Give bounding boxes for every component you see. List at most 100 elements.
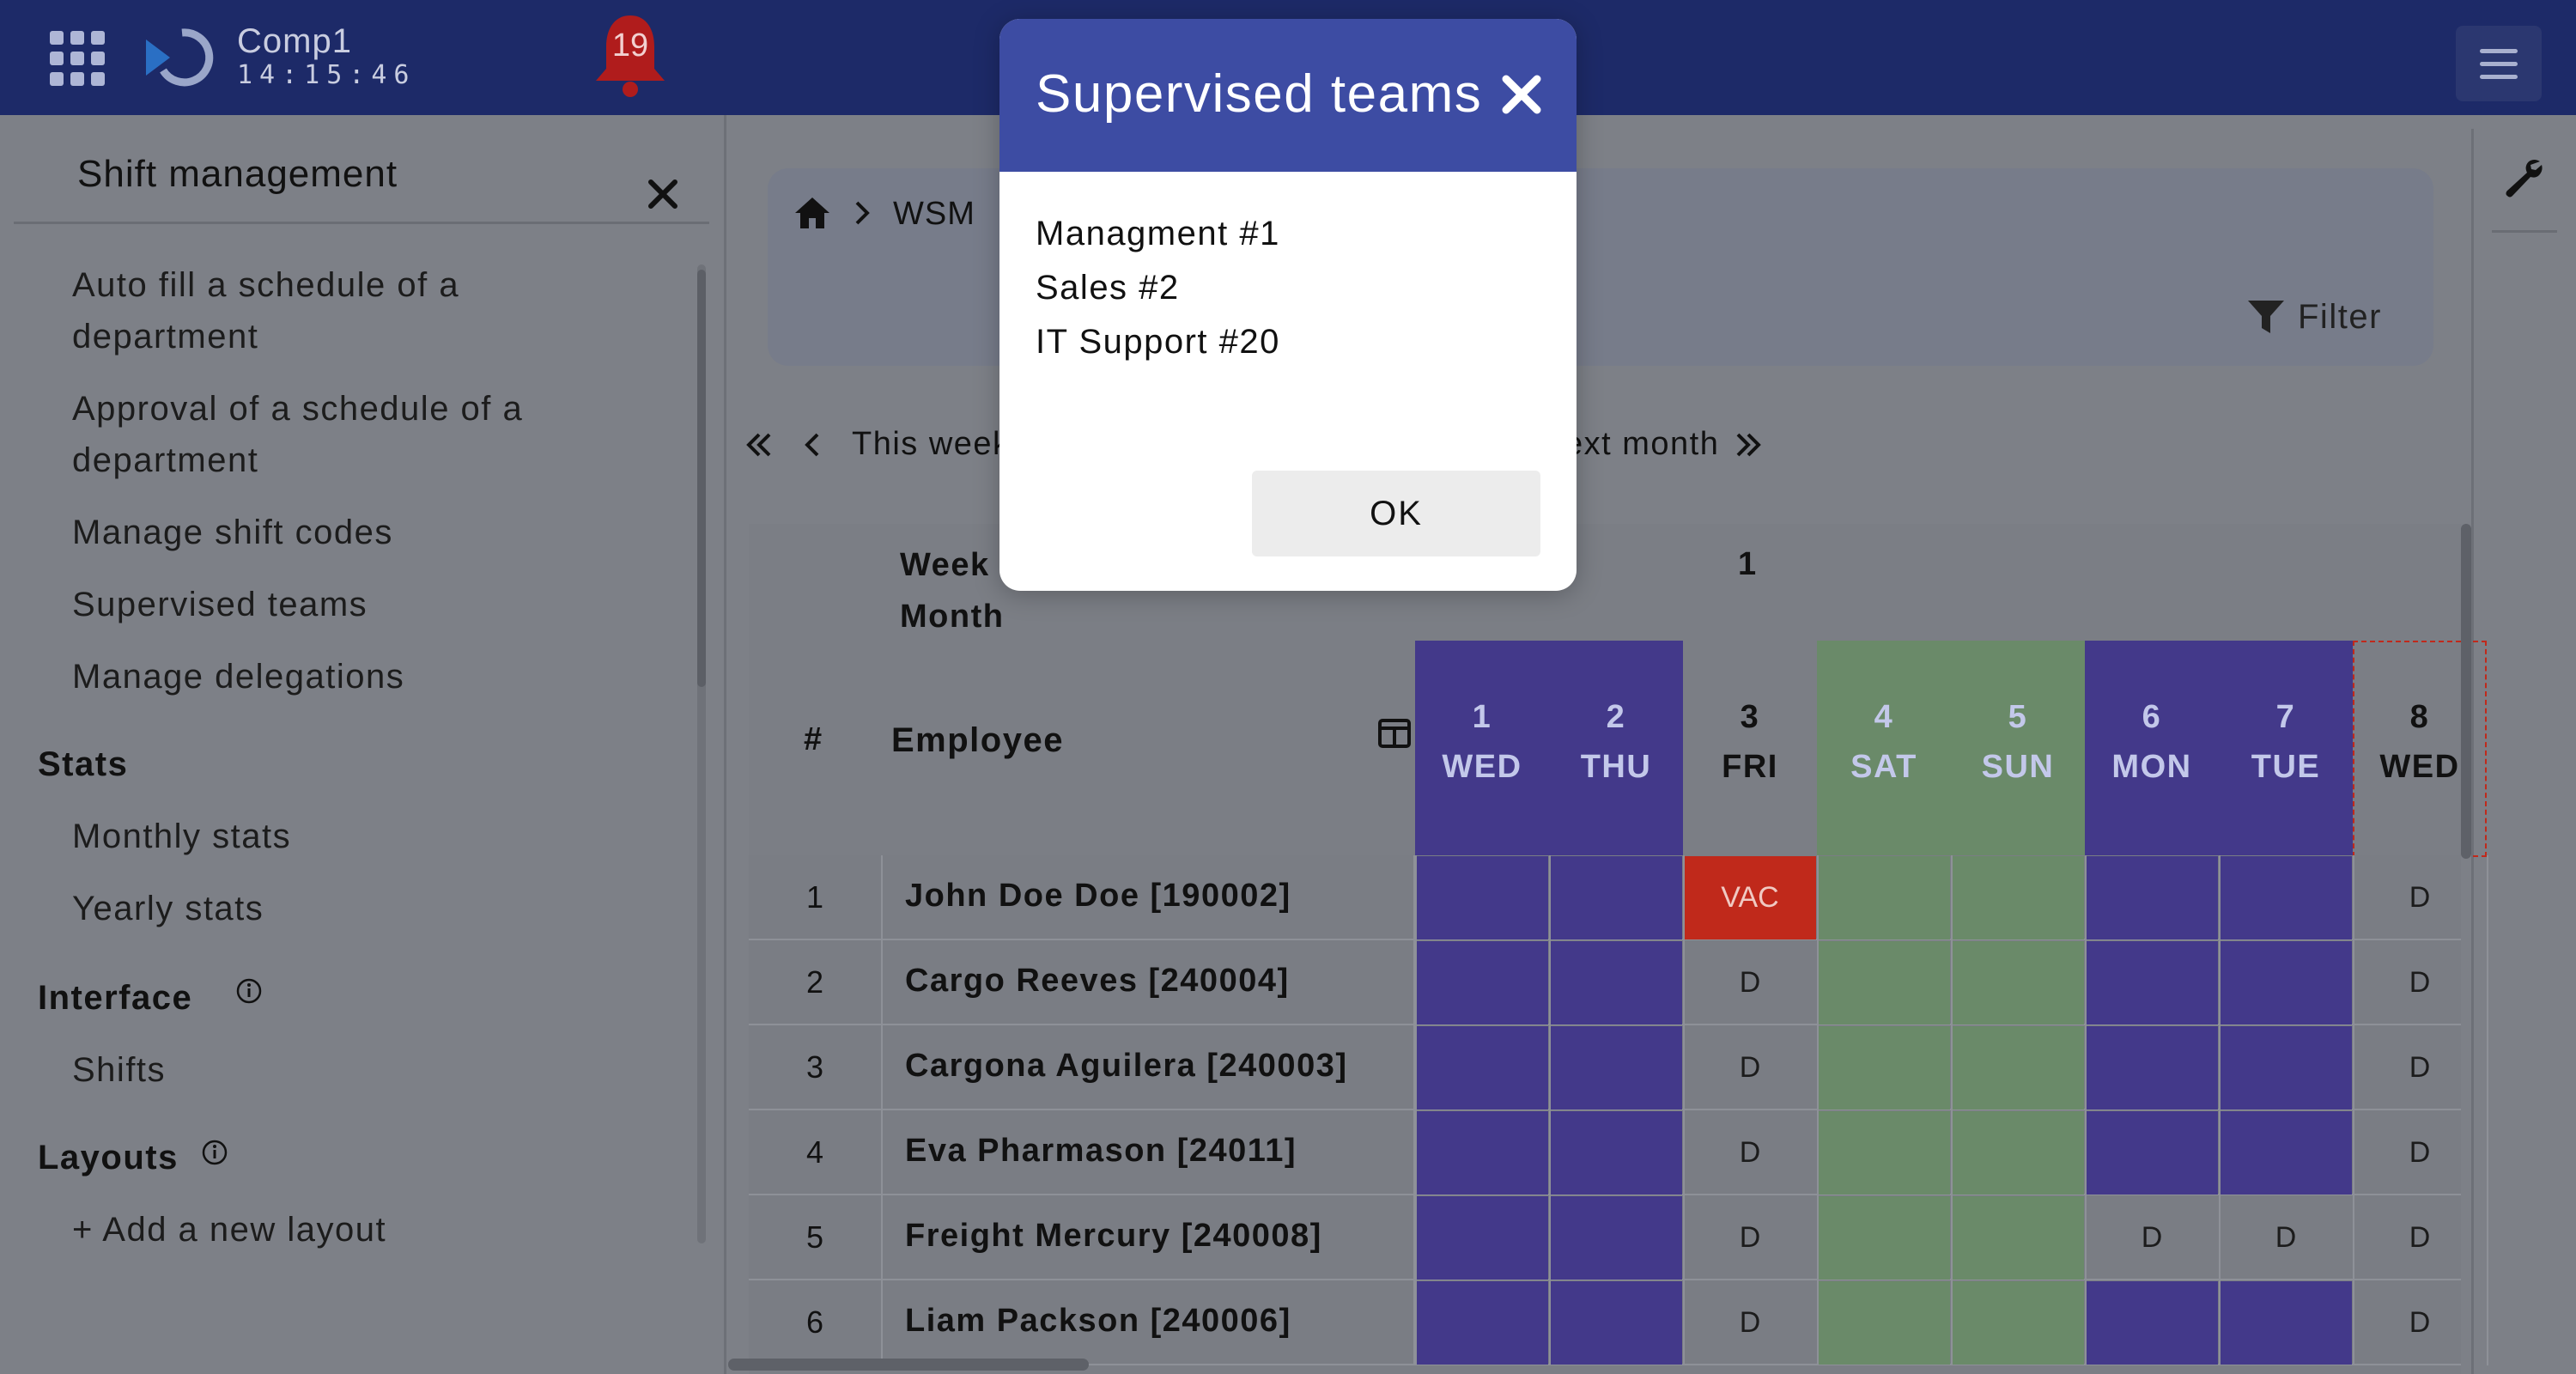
sidebar-item-supervised-teams[interactable]: Supervised teams: [72, 579, 368, 630]
employee-name[interactable]: Eva Pharmason [24011]: [905, 1133, 1297, 1170]
shift-cell[interactable]: [1818, 941, 1950, 1024]
next-month-link[interactable]: ext month: [1564, 426, 1719, 463]
sidebar-item-shifts[interactable]: Shifts: [72, 1044, 166, 1096]
employee-name[interactable]: Cargo Reeves [240004]: [905, 963, 1290, 1000]
shift-cell[interactable]: [1416, 941, 1548, 1024]
shift-cell[interactable]: D: [2220, 1196, 2352, 1280]
shift-cell[interactable]: D: [2354, 1026, 2486, 1110]
sidebar-scrollbar-thumb[interactable]: [697, 270, 706, 687]
shift-cell[interactable]: D: [2354, 1196, 2486, 1280]
employee-header[interactable]: Employee: [891, 721, 1064, 760]
shift-cell[interactable]: [1416, 1026, 1548, 1110]
columns-icon[interactable]: [1377, 718, 1412, 749]
horizontal-scrollbar[interactable]: [728, 1359, 1089, 1371]
day-header[interactable]: 7 TUE: [2219, 641, 2353, 857]
grid-line: [1817, 855, 1819, 1365]
shift-cell[interactable]: [2086, 1111, 2218, 1195]
employee-name[interactable]: Liam Packson [240006]: [905, 1303, 1291, 1340]
sidebar-item-add-layout[interactable]: + Add a new layout: [72, 1204, 386, 1255]
shift-cell[interactable]: D: [1684, 1026, 1816, 1110]
shift-cell[interactable]: [1416, 1196, 1548, 1280]
shift-cell[interactable]: [1550, 856, 1682, 939]
sidebar-item-auto-fill[interactable]: Auto fill a schedule of a department: [72, 259, 459, 362]
logo-icon[interactable]: [144, 26, 216, 89]
shift-cell[interactable]: [1952, 856, 2084, 939]
day-header[interactable]: 2 THU: [1549, 641, 1683, 857]
day-header[interactable]: 3 FRI: [1683, 641, 1817, 857]
shift-cell[interactable]: [2086, 1026, 2218, 1110]
shift-cell[interactable]: [2220, 856, 2352, 939]
shift-cell[interactable]: [1416, 1111, 1548, 1195]
row-number: 2: [805, 964, 824, 1000]
shift-cell[interactable]: [1550, 1196, 1682, 1280]
shift-cell[interactable]: [1818, 1026, 1950, 1110]
shift-cell[interactable]: [2086, 856, 2218, 939]
employee-name[interactable]: Freight Mercury [240008]: [905, 1218, 1322, 1255]
day-header[interactable]: 6 MON: [2085, 641, 2219, 857]
apps-icon[interactable]: [50, 31, 105, 86]
shift-cell[interactable]: [2220, 941, 2352, 1024]
sidebar-item-monthly-stats[interactable]: Monthly stats: [72, 811, 291, 862]
breadcrumb-item[interactable]: WSM: [893, 196, 975, 233]
shift-cell[interactable]: [1952, 1281, 2084, 1365]
shift-cell[interactable]: [1416, 856, 1548, 939]
shift-cell[interactable]: D: [1684, 941, 1816, 1024]
shift-cell[interactable]: [1952, 1026, 2084, 1110]
shift-cell[interactable]: D: [2354, 1281, 2486, 1365]
sidebar-item-manage-shift-codes[interactable]: Manage shift codes: [72, 507, 393, 558]
shift-cell[interactable]: [1818, 856, 1950, 939]
shift-cell[interactable]: [1952, 1196, 2084, 1280]
shift-cell[interactable]: D: [2086, 1196, 2218, 1280]
filter-icon: [2248, 301, 2284, 333]
day-number: 5: [2008, 699, 2028, 735]
close-icon[interactable]: [1498, 70, 1546, 119]
info-icon[interactable]: [235, 977, 263, 1005]
shift-cell[interactable]: [2086, 1281, 2218, 1365]
vertical-scrollbar[interactable]: [2461, 524, 2471, 859]
shift-cell[interactable]: D: [1684, 1281, 1816, 1365]
hamburger-icon[interactable]: [2456, 26, 2542, 101]
shift-cell[interactable]: [1818, 1281, 1950, 1365]
day-header[interactable]: 1 WED: [1415, 641, 1549, 857]
shift-cell[interactable]: [1416, 1281, 1548, 1365]
double-chevron-left-icon[interactable]: [744, 431, 775, 459]
day-header[interactable]: 5 SUN: [1951, 641, 2085, 857]
wrench-icon[interactable]: [2502, 156, 2545, 199]
info-icon[interactable]: [201, 1139, 228, 1166]
shift-cell[interactable]: [2220, 1281, 2352, 1365]
shift-cell[interactable]: [1952, 941, 2084, 1024]
this-week-link[interactable]: This week: [852, 426, 1011, 463]
sidebar-item-approval[interactable]: Approval of a schedule of a department: [72, 383, 523, 486]
shift-cell[interactable]: D: [2354, 941, 2486, 1024]
shift-cell[interactable]: [1550, 1026, 1682, 1110]
row-number: 3: [805, 1049, 824, 1085]
chevron-left-icon[interactable]: [802, 431, 821, 459]
home-icon[interactable]: [793, 196, 831, 230]
double-chevron-right-icon[interactable]: [1733, 431, 1764, 459]
ok-button[interactable]: OK: [1252, 471, 1540, 556]
shift-cell[interactable]: [2220, 1026, 2352, 1110]
shift-cell[interactable]: [2086, 941, 2218, 1024]
shift-cell[interactable]: D: [2354, 856, 2486, 939]
shift-cell[interactable]: [1818, 1111, 1950, 1195]
shift-cell[interactable]: D: [2354, 1111, 2486, 1195]
shift-cell[interactable]: [1550, 1111, 1682, 1195]
shift-cell[interactable]: VAC: [1684, 856, 1816, 939]
day-number: 7: [2275, 699, 2296, 735]
shift-cell[interactable]: [1818, 1196, 1950, 1280]
employee-name[interactable]: John Doe Doe [190002]: [905, 878, 1291, 915]
grid-line: [2487, 855, 2488, 1365]
week-number: 1: [1738, 546, 1757, 582]
sidebar-item-manage-delegations[interactable]: Manage delegations: [72, 651, 404, 702]
shift-cell[interactable]: [1952, 1111, 2084, 1195]
filter-button[interactable]: Filter: [2246, 295, 2382, 338]
shift-cell[interactable]: [1550, 1281, 1682, 1365]
shift-cell[interactable]: D: [1684, 1196, 1816, 1280]
day-header[interactable]: 4 SAT: [1817, 641, 1951, 857]
sidebar-item-yearly-stats[interactable]: Yearly stats: [72, 883, 264, 934]
shift-cell[interactable]: [1550, 941, 1682, 1024]
employee-name[interactable]: Cargona Aguilera [240003]: [905, 1048, 1348, 1085]
shift-cell[interactable]: D: [1684, 1111, 1816, 1195]
shift-cell[interactable]: [2220, 1111, 2352, 1195]
close-icon[interactable]: [644, 175, 682, 213]
